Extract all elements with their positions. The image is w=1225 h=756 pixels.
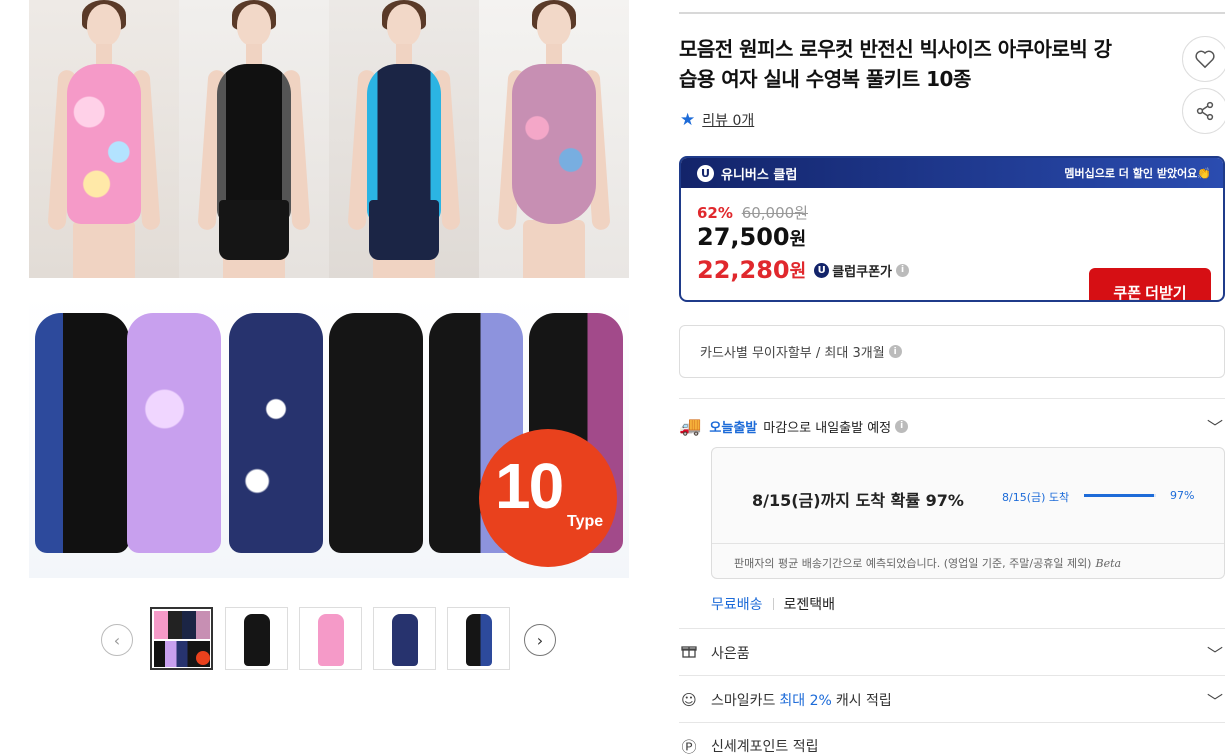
- discount-row: 62% 60,000원: [697, 202, 808, 223]
- beta-label: Beta: [1095, 557, 1122, 570]
- section-divider: [679, 722, 1225, 723]
- eta-divider: [712, 543, 1224, 544]
- universe-club-small-icon: U: [814, 262, 830, 278]
- club-coupon-price: 22,280 원 U 클럽쿠폰가 i: [697, 256, 909, 284]
- sale-price-currency: 원: [789, 229, 807, 250]
- thumbnail-1[interactable]: [150, 607, 213, 670]
- review-summary[interactable]: ★ 리뷰 0개: [680, 110, 754, 130]
- eta-date-label: 8/15(금) 도착: [1002, 491, 1070, 504]
- badge-number: 10: [495, 450, 564, 522]
- gift-label: 사은품: [711, 646, 750, 662]
- truck-icon: 🚚: [679, 415, 702, 437]
- swimsuit-black-blue: [35, 313, 129, 553]
- chevron-down-icon[interactable]: ﹀: [1207, 641, 1223, 665]
- gift-icon: [679, 643, 699, 663]
- model-photo-pink: [29, 0, 179, 278]
- thumb-prev-button[interactable]: ‹: [101, 624, 133, 656]
- carrier-name: 로젠택배: [783, 597, 836, 613]
- sale-price-value: 27,500: [697, 223, 790, 251]
- swimsuit-lavender-dress: [127, 313, 221, 553]
- thumb-next-button[interactable]: ›: [524, 624, 556, 656]
- badge-type: Type: [567, 513, 604, 530]
- free-shipping-label: 무료배송: [711, 597, 763, 613]
- model-photo-dress: [479, 0, 629, 278]
- smile-card-accordion[interactable]: ☺ 스마일카드 최대 2% 캐시 적립 ﹀: [679, 688, 1225, 712]
- club-name: 유니버스 클럽: [721, 167, 798, 183]
- today-shipping-label: 오늘출발: [709, 420, 758, 436]
- gift-accordion[interactable]: 사은품 ﹀: [679, 641, 1225, 665]
- thumbnail-4[interactable]: [373, 607, 436, 670]
- eta-progress-bar: [1084, 494, 1156, 497]
- free-shipping-row: 무료배송 로젠택배: [711, 594, 835, 614]
- point-label: 신세계포인트 적립: [711, 739, 819, 755]
- swimsuit-black-plain: [329, 313, 423, 553]
- info-icon[interactable]: i: [896, 263, 909, 277]
- club-price-currency: 원: [789, 261, 807, 282]
- smile-prefix: 스마일카드: [711, 693, 776, 709]
- smile-suffix: 캐시 적립: [835, 693, 892, 709]
- club-coupon-label[interactable]: U 클럽쿠폰가 i: [814, 261, 909, 280]
- eta-headline: 8/15(금)까지 도착 확률 97%: [752, 491, 964, 510]
- share-icon: [1196, 101, 1214, 121]
- universe-club-price-box: U 유니버스 클럽 멤버십으로 더 할인 받았어요👏 62% 60,000원 2…: [679, 156, 1225, 302]
- model-photo-navy: [329, 0, 479, 278]
- smile-highlight: 최대 2%: [779, 693, 832, 709]
- chevron-down-icon[interactable]: ﹀: [1207, 688, 1223, 712]
- installment-info-icon[interactable]: i: [888, 345, 902, 358]
- eta-note: 판매자의 평균 배송기간으로 예측되었습니다. (영업일 기준, 주말/공휴일 …: [734, 555, 1121, 571]
- eta-progress-fill: [1084, 494, 1154, 497]
- thumbnail-5[interactable]: [447, 607, 510, 670]
- model-photo-black: [179, 0, 329, 278]
- main-product-image[interactable]: [29, 0, 629, 278]
- price-area: 62% 60,000원 27,500원 22,280 원 U 클럽쿠폰가 i 쿠폰…: [681, 188, 1223, 300]
- chevron-right-icon: ›: [536, 630, 544, 650]
- club-price-value: 22,280: [697, 256, 790, 284]
- more-coupon-button[interactable]: 쿠폰 더받기: [1089, 268, 1211, 300]
- discount-rate: 62%: [697, 204, 733, 222]
- title-line-1: 모음전 원피스 로우컷 반전신 빅사이즈 아쿠아로빅 강: [679, 37, 1112, 61]
- product-info-panel: 모음전 원피스 로우컷 반전신 빅사이즈 아쿠아로빅 강 습용 여자 실내 수영…: [679, 0, 1225, 756]
- thumbnail-2[interactable]: [225, 607, 288, 670]
- chevron-down-icon[interactable]: ﹀: [1207, 414, 1223, 438]
- section-divider: [679, 628, 1225, 629]
- wishlist-button[interactable]: [1182, 36, 1225, 82]
- today-shipping-desc: 마감으로 내일출발 예정: [763, 420, 892, 436]
- delivery-estimate-box: 8/15(금)까지 도착 확률 97% 8/15(금) 도착 97% 판매자의 …: [711, 447, 1225, 579]
- club-coupon-text: 클럽쿠폰가: [832, 264, 892, 280]
- section-divider: [679, 675, 1225, 676]
- club-promo-text: 멤버십으로 더 할인 받았어요👏: [1064, 167, 1211, 180]
- star-icon: ★: [680, 110, 696, 130]
- chevron-left-icon: ‹: [113, 630, 121, 650]
- title-line-2: 습용 여자 실내 수영복 풀키트 10종: [679, 67, 971, 91]
- shinsegae-point-accordion[interactable]: Ⓟ 신세계포인트 적립: [679, 734, 1225, 756]
- ten-type-badge: 10 Type: [479, 429, 617, 567]
- eta-percent: 97%: [1170, 489, 1195, 502]
- share-button[interactable]: [1182, 88, 1225, 134]
- top-divider: [679, 12, 1225, 14]
- smile-icon: ☺: [681, 691, 697, 709]
- today-shipping-row[interactable]: 🚚 오늘출발 마감으로 내일출발 예정 i ﹀: [679, 414, 1225, 438]
- thumbnail-strip: ‹ ›: [101, 607, 557, 671]
- separator: [772, 598, 774, 610]
- product-title: 모음전 원피스 로우컷 반전신 빅사이즈 아쿠아로빅 강 습용 여자 실내 수영…: [679, 34, 1159, 94]
- installment-info[interactable]: 카드사별 무이자할부 / 최대 3개월 i: [679, 325, 1225, 378]
- shipping-info-icon[interactable]: i: [895, 419, 909, 433]
- heart-icon: [1195, 50, 1215, 69]
- club-header: U 유니버스 클럽 멤버십으로 더 할인 받았어요👏: [681, 158, 1223, 188]
- swimsuit-collage-image[interactable]: 10 Type: [29, 295, 629, 578]
- universe-club-icon: U: [697, 164, 714, 182]
- eta-note-text: 판매자의 평균 배송기간으로 예측되었습니다. (영업일 기준, 주말/공휴일 …: [734, 557, 1092, 570]
- original-price: 60,000원: [741, 204, 808, 222]
- swimsuit-navy-butterfly: [229, 313, 323, 553]
- installment-text: 카드사별 무이자할부 / 최대 3개월: [700, 346, 885, 361]
- section-divider: [679, 398, 1225, 399]
- thumbnail-3[interactable]: [299, 607, 362, 670]
- point-icon: Ⓟ: [681, 737, 697, 756]
- sale-price: 27,500원: [697, 223, 806, 251]
- review-link[interactable]: 리뷰 0개: [702, 110, 754, 130]
